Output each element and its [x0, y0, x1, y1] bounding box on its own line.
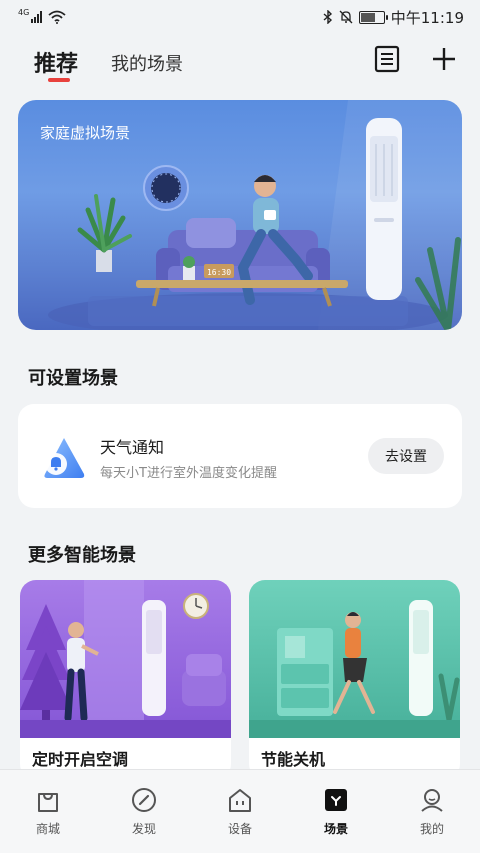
- compass-icon: [132, 788, 156, 812]
- nav-item-scenes[interactable]: 场景: [288, 770, 384, 853]
- header: 推荐 我的场景: [0, 34, 480, 90]
- nav-item-mall[interactable]: 商城: [0, 770, 96, 853]
- status-time: 中午11:19: [390, 8, 464, 27]
- status-left: 4G: [18, 7, 66, 24]
- nav-item-discover[interactable]: 发现: [96, 770, 192, 853]
- signal-icon: [31, 11, 43, 23]
- status-bar: 4G 中午11:19: [0, 0, 480, 34]
- list-icon[interactable]: [374, 45, 400, 73]
- scene-label-ac-timer: 定时开启空调: [32, 750, 129, 769]
- virtual-scene-banner[interactable]: 16:30 家庭虚拟场景: [18, 100, 462, 330]
- add-icon[interactable]: [430, 45, 458, 73]
- network-type: 4G: [18, 7, 30, 17]
- tab-my-scenes[interactable]: 我的场景: [111, 50, 183, 76]
- nav-label-devices: 设备: [227, 822, 252, 836]
- section-title-configurable: 可设置场景: [28, 368, 118, 389]
- table-clock-text: 16:30: [207, 268, 231, 277]
- profile-icon: [421, 789, 443, 812]
- card-title: 天气通知: [100, 438, 165, 457]
- nav-item-devices[interactable]: 设备: [192, 770, 288, 853]
- banner-title: 家庭虚拟场景: [40, 124, 131, 142]
- scene-card-ac-timer[interactable]: 定时开启空调: [20, 580, 231, 780]
- nav-label-scenes: 场景: [323, 822, 348, 836]
- home-device-icon: [229, 789, 251, 812]
- active-tab-indicator: [48, 78, 70, 82]
- nav-label-mall: 商城: [35, 822, 60, 836]
- mute-bell-icon: [339, 10, 353, 24]
- weather-bell-icon: [44, 438, 85, 478]
- scene-label-energy-off: 节能关机: [261, 750, 326, 769]
- tab-recommended[interactable]: 推荐: [34, 46, 78, 78]
- bluetooth-icon: [323, 10, 332, 24]
- card-subtitle: 每天小T进行室外温度变化提醒: [100, 466, 277, 481]
- wifi-icon: [48, 10, 66, 24]
- shopping-bag-icon: [38, 793, 58, 812]
- status-right: 中午11:19: [323, 7, 464, 28]
- bottom-nav: 商城 发现 设备 场景 我的: [0, 769, 480, 853]
- section-title-more: 更多智能场景: [28, 545, 136, 566]
- scene-icon: [325, 789, 347, 811]
- scene-card-energy-off[interactable]: 节能关机: [249, 580, 460, 780]
- nav-label-profile: 我的: [419, 822, 444, 836]
- energy-off-illustration: [249, 580, 460, 738]
- go-setup-button[interactable]: 去设置: [368, 438, 444, 474]
- nav-label-discover: 发现: [131, 822, 156, 836]
- weather-notify-card[interactable]: 天气通知 每天小T进行室外温度变化提醒 去设置: [18, 404, 462, 508]
- ac-timer-illustration: [20, 580, 231, 738]
- nav-item-profile[interactable]: 我的: [384, 770, 480, 853]
- battery-icon: [358, 10, 388, 24]
